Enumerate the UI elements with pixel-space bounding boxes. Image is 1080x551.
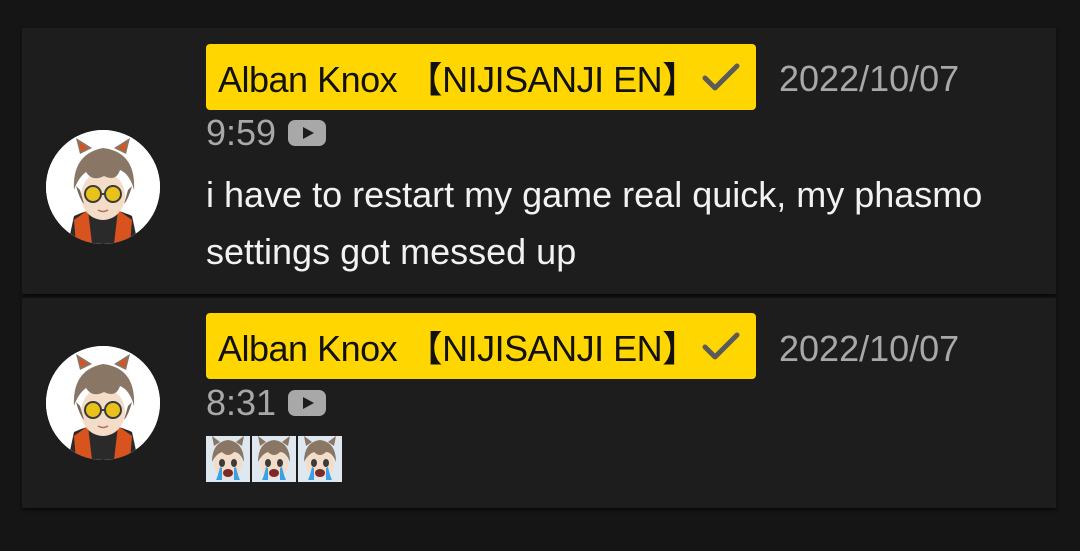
crying-emote bbox=[298, 436, 342, 482]
verified-check-icon bbox=[702, 63, 740, 91]
comment-card: Alban Knox 【NIJISANJI EN】 2022/10/07 9:5… bbox=[22, 28, 1056, 294]
video-timestamp[interactable]: 8:31 bbox=[206, 382, 276, 424]
author-name-chip[interactable]: Alban Knox 【NIJISANJI EN】 bbox=[206, 44, 756, 110]
verified-check-icon bbox=[702, 332, 740, 360]
comment-message: i have to restart my game real quick, my… bbox=[206, 174, 983, 272]
youtube-play-icon[interactable] bbox=[288, 120, 327, 146]
timestamp-row: 9:59 bbox=[206, 112, 327, 154]
emote-row bbox=[206, 436, 344, 482]
crying-emote bbox=[252, 436, 296, 482]
author-name: Alban Knox 【NIJISANJI EN】 bbox=[218, 59, 698, 100]
comment-card: Alban Knox 【NIJISANJI EN】 2022/10/07 8:3… bbox=[22, 298, 1056, 508]
author-name: Alban Knox 【NIJISANJI EN】 bbox=[218, 328, 698, 369]
youtube-play-icon[interactable] bbox=[288, 390, 327, 416]
avatar[interactable] bbox=[46, 130, 160, 244]
timestamp-row: 8:31 bbox=[206, 382, 327, 424]
avatar[interactable] bbox=[46, 346, 160, 460]
crying-emote bbox=[206, 436, 250, 482]
comment-date: 2022/10/07 bbox=[779, 328, 960, 369]
comment-date: 2022/10/07 bbox=[779, 58, 960, 99]
video-timestamp[interactable]: 9:59 bbox=[206, 112, 276, 154]
author-name-chip[interactable]: Alban Knox 【NIJISANJI EN】 bbox=[206, 313, 756, 379]
